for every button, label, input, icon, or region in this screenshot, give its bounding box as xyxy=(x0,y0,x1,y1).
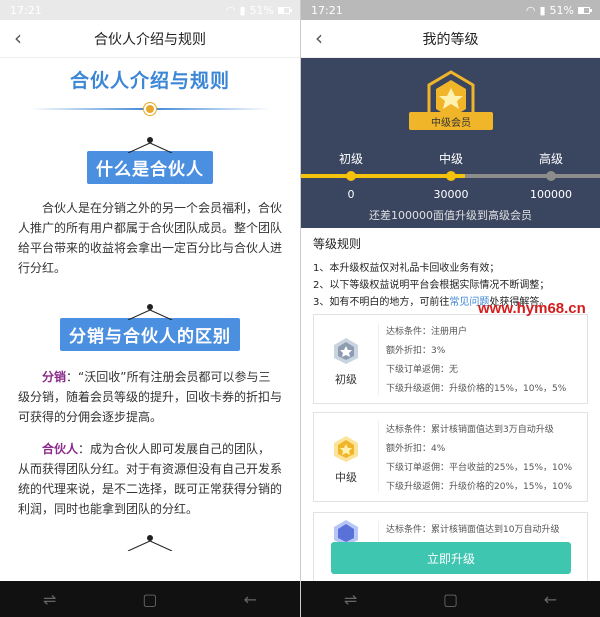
watermark: www.hym68.cn xyxy=(478,300,586,317)
level-card-junior: 初级 达标条件：注册用户 额外折扣：3% 下级订单返佣：无 下级升级返佣：升级价… xyxy=(313,314,588,404)
upgrade-button[interactable]: 立即升级 xyxy=(331,542,571,574)
page-title: 我的等级 xyxy=(422,31,479,48)
back-icon[interactable]: ‹ xyxy=(8,26,28,50)
home-icon[interactable]: ▢ xyxy=(142,590,157,609)
card-line: 下级升级返佣：升级价格的20%，15%，10% xyxy=(386,482,573,492)
level-name: 初级 xyxy=(338,152,364,166)
status-time: 17:21 xyxy=(311,3,343,17)
card-line: 达标条件：注册用户 xyxy=(386,327,468,337)
rules-title: 等级规则 xyxy=(313,237,362,251)
partner-description: 合伙人是在分销之外的另一个会员福利，合伙人推广的所有用户都属于合伙团队成员。整个… xyxy=(18,201,283,275)
card-line: 额外折扣：4% xyxy=(386,444,446,454)
page-title: 合伙人介绍与规则 xyxy=(94,31,206,48)
battery-percent: 51% xyxy=(549,3,574,17)
card-line: 下级升级返佣：升级价格的15%，10%，5% xyxy=(386,384,567,394)
status-time: 17:21 xyxy=(10,3,42,17)
level-node xyxy=(446,171,456,181)
back-icon[interactable]: ‹ xyxy=(309,26,329,50)
home-icon[interactable]: ▢ xyxy=(443,590,458,609)
level-threshold: 0 xyxy=(347,188,355,201)
heading-divider xyxy=(30,101,270,117)
card-details: 达标条件：累计核销面值达到10万自动升级 xyxy=(386,521,581,540)
level-hero: 中级会员 初级 中级 高级 0 30000 100000 还差100000面值升… xyxy=(301,58,600,228)
level-name: 高级 xyxy=(538,152,564,166)
nav-bar: ‹ 合伙人介绍与规则 xyxy=(0,20,300,58)
level-names: 初级 中级 高级 xyxy=(301,150,600,166)
status-bar: 17:21 ◠ ▮ 51% xyxy=(0,0,300,20)
rule-item: 2、以下等级权益说明平台会根据实际情况不断调整； xyxy=(313,280,550,291)
card-details: 达标条件：累计核销面值达到3万自动升级 额外折扣：4% 下级订单返佣：平台收益的… xyxy=(386,421,581,497)
intro-heading: 合伙人介绍与规则 xyxy=(69,70,230,92)
system-nav-bar: ⇌ ▢ ← xyxy=(0,581,300,617)
left-screen: 17:21 ◠ ▮ 51% ‹ 合伙人介绍与规则 合伙人介绍与规则 什么是合伙人… xyxy=(0,0,300,617)
upgrade-hint: 还差100000面值升级到高级会员 xyxy=(369,209,532,222)
partner-difference-description: 合伙人：成为合伙人即可发展自己的团队，从而获得团队分红。对于有资源但没有自己开发… xyxy=(18,442,283,516)
rule-item: 1、本升级权益仅对礼品卡回收业务有效； xyxy=(313,263,500,274)
nav-bar: ‹ 我的等级 xyxy=(301,20,600,58)
card-details: 达标条件：注册用户 额外折扣：3% 下级订单返佣：无 下级升级返佣：升级价格的1… xyxy=(386,323,581,399)
progress-fill xyxy=(301,174,465,178)
level-name: 中级 xyxy=(438,152,464,166)
card-line: 达标条件：累计核销面值达到10万自动升级 xyxy=(386,525,560,535)
level-node xyxy=(346,171,356,181)
recent-apps-icon[interactable]: ⇌ xyxy=(344,590,357,609)
card-level-name: 初级 xyxy=(335,373,357,386)
section-title-partner: 什么是合伙人 xyxy=(0,137,300,184)
card-line: 额外折扣：3% xyxy=(386,346,446,356)
card-line: 下级订单返佣：无 xyxy=(386,365,459,375)
signal-icon: ▮ xyxy=(539,3,546,17)
status-bar: 17:21 ◠ ▮ 51% xyxy=(301,0,600,20)
signal-icon: ▮ xyxy=(239,3,246,17)
battery-icon xyxy=(578,6,592,14)
card-line: 达标条件：累计核销面值达到3万自动升级 xyxy=(386,425,554,435)
status-icons: ◠ ▮ 51% xyxy=(225,3,292,17)
level-threshold: 30000 xyxy=(433,188,469,201)
status-icons: ◠ ▮ 51% xyxy=(525,3,592,17)
junior-level-icon xyxy=(334,338,358,364)
wifi-icon: ◠ xyxy=(225,3,236,17)
current-level-badge: 中级会员 xyxy=(409,112,493,130)
distribution-description: 分销：“沃回收”所有注册会员都可以参与三级分销，随着会员等级的提升，回收卡券的折… xyxy=(18,370,283,424)
level-progress-bar xyxy=(301,171,600,181)
level-card-middle: 中级 达标条件：累计核销面值达到3万自动升级 额外折扣：4% 下级订单返佣：平台… xyxy=(313,412,588,502)
battery-percent: 51% xyxy=(249,3,274,17)
card-line: 下级订单返佣：平台收益的25%，15%，10% xyxy=(386,463,573,473)
back-nav-icon[interactable]: ← xyxy=(244,590,257,609)
back-nav-icon[interactable]: ← xyxy=(544,590,557,609)
system-nav-bar: ⇌ ▢ ← xyxy=(301,581,600,617)
screenshot: 17:21 ◠ ▮ 51% ‹ 合伙人介绍与规则 合伙人介绍与规则 什么是合伙人… xyxy=(0,0,600,617)
intro-content: 合伙人介绍与规则 什么是合伙人 合伙人是在分销之外的另一个会员福利，合伙人推广的… xyxy=(0,58,300,581)
level-node xyxy=(546,171,556,181)
level-threshold: 100000 xyxy=(530,188,572,201)
middle-level-icon xyxy=(334,436,358,462)
card-level-name: 中级 xyxy=(335,471,357,484)
section-title-difference: 分销与合伙人的区别 xyxy=(0,304,300,351)
wifi-icon: ◠ xyxy=(525,3,536,17)
recent-apps-icon[interactable]: ⇌ xyxy=(43,590,56,609)
battery-icon xyxy=(278,6,292,14)
